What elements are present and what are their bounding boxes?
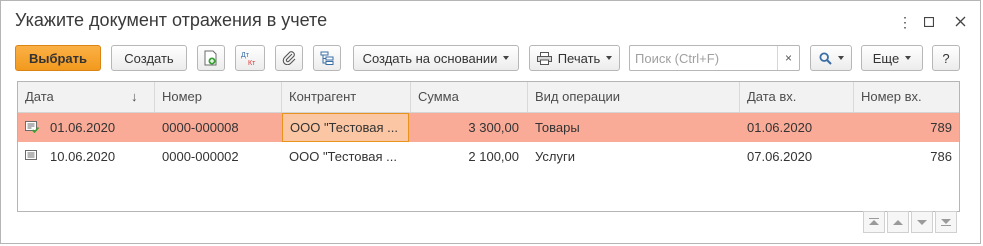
close-icon[interactable] <box>951 13 969 31</box>
cell-amount: 3 300,00 <box>468 120 519 135</box>
structure-button[interactable] <box>313 45 341 71</box>
cell-operation-type: Товары <box>535 120 580 135</box>
table-header: Дата ↓ Номер Контрагент Сумма Вид операц… <box>18 82 959 113</box>
search-options-button[interactable] <box>810 45 852 71</box>
cell-incoming-number: 786 <box>930 149 952 164</box>
search-box: × <box>629 45 800 71</box>
print-label: Печать <box>557 50 601 66</box>
scroll-up-button[interactable] <box>887 211 909 233</box>
create-based-on-button[interactable]: Создать на основании <box>353 45 519 71</box>
printer-icon <box>536 51 552 65</box>
cell-incoming-number: 789 <box>930 120 952 135</box>
cell-operation-type: Услуги <box>535 149 575 164</box>
cell-counterparty[interactable]: ООО "Тестовая ... <box>282 113 409 142</box>
cell-incoming-date: 07.06.2020 <box>747 149 813 164</box>
documents-table: Дата ↓ Номер Контрагент Сумма Вид операц… <box>17 81 960 212</box>
clear-search-button[interactable]: × <box>777 46 799 70</box>
help-button[interactable]: ? <box>932 45 960 71</box>
chevron-down-icon <box>837 56 844 60</box>
more-button[interactable]: Еще <box>861 45 923 71</box>
column-header-label: Дата <box>25 89 54 104</box>
paperclip-icon <box>282 51 296 65</box>
toolbar: Выбрать Создать Дт Кт Создать на основан… <box>15 45 965 71</box>
print-button[interactable]: Печать <box>529 45 620 71</box>
arrow-down-icon <box>917 219 927 225</box>
create-based-on-label: Создать на основании <box>362 50 498 66</box>
chevron-down-icon <box>503 56 510 60</box>
chevron-down-icon <box>905 56 912 60</box>
column-header-incoming-date[interactable]: Дата вх. <box>740 82 854 112</box>
jump-bottom-icon <box>941 217 951 227</box>
more-label: Еще <box>872 50 900 66</box>
column-header-amount[interactable]: Сумма <box>411 82 528 112</box>
cell-amount: 2 100,00 <box>468 149 519 164</box>
svg-text:Кт: Кт <box>248 60 256 66</box>
jump-top-icon <box>869 217 879 227</box>
chevron-down-icon <box>606 56 613 60</box>
document-posted-icon <box>25 121 39 133</box>
select-button[interactable]: Выбрать <box>15 45 101 71</box>
window-title: Укажите документ отражения в учете <box>15 10 328 30</box>
search-icon <box>818 51 832 65</box>
document-icon <box>25 150 37 160</box>
cell-number: 0000-000002 <box>162 149 239 164</box>
cell-number: 0000-000008 <box>162 120 239 135</box>
sort-arrow-icon: ↓ <box>131 89 138 104</box>
add-document-icon <box>204 50 217 66</box>
table-row[interactable]: 10.06.2020 0000-000002 ООО "Тестовая ...… <box>18 142 959 171</box>
cell-incoming-date: 01.06.2020 <box>747 120 813 135</box>
debit-credit-button[interactable]: Дт Кт <box>235 45 265 71</box>
dialog-window: Укажите документ отражения в учете ⋮ Выб… <box>0 0 981 244</box>
column-header-number[interactable]: Номер <box>155 82 282 112</box>
create-copy-button[interactable] <box>197 45 225 71</box>
column-header-operation-type[interactable]: Вид операции <box>528 82 740 112</box>
hierarchy-icon <box>320 51 334 65</box>
scroll-down-button[interactable] <box>911 211 933 233</box>
column-header-incoming-number[interactable]: Номер вх. <box>854 82 959 112</box>
column-header-date[interactable]: Дата ↓ <box>18 82 155 112</box>
scroll-to-bottom-button[interactable] <box>935 211 957 233</box>
create-button[interactable]: Создать <box>111 45 187 71</box>
table-row[interactable]: 01.06.2020 0000-000008 ООО "Тестовая ...… <box>18 113 959 142</box>
search-input[interactable] <box>630 46 778 70</box>
scroll-to-top-button[interactable] <box>863 211 885 233</box>
maximize-icon[interactable] <box>920 13 938 31</box>
kebab-menu-icon[interactable]: ⋮ <box>896 13 914 31</box>
title-bar: Укажите документ отражения в учете ⋮ <box>1 1 980 41</box>
column-header-counterparty[interactable]: Контрагент <box>282 82 411 112</box>
cell-date: 10.06.2020 <box>50 149 116 164</box>
arrow-up-icon <box>893 219 903 225</box>
cell-counterparty: ООО "Тестовая ... <box>289 149 398 164</box>
debit-credit-icon: Дт Кт <box>241 52 256 66</box>
svg-text:Дт: Дт <box>241 52 250 59</box>
cell-date: 01.06.2020 <box>50 120 116 135</box>
attach-button[interactable] <box>275 45 303 71</box>
